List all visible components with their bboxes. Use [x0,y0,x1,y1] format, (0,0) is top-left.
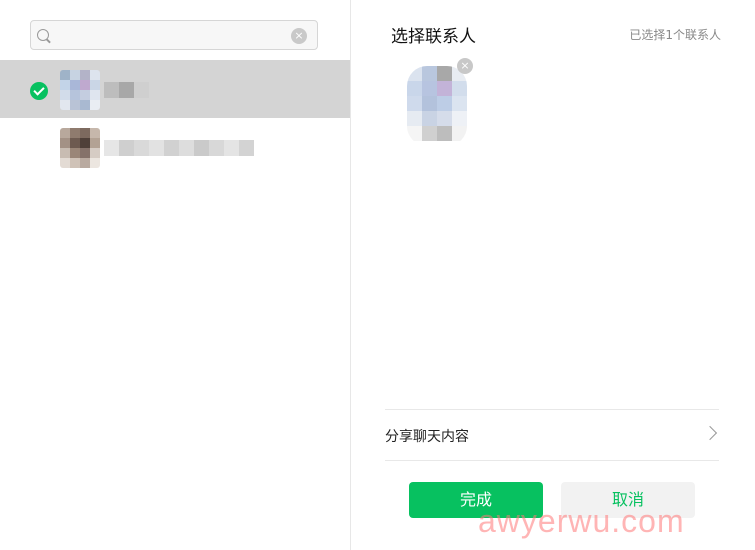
search-box[interactable]: × [30,20,318,50]
search-input[interactable] [57,26,291,46]
share-chat-row[interactable]: 分享聊天内容 [385,410,719,460]
contact-list-pane: × [0,0,351,550]
avatar [407,66,467,146]
divider-bottom [385,460,719,461]
contact-name-pixelated [104,140,254,156]
selection-pane: 选择联系人 已选择1个联系人 × 分享聊天内容 完成 取消 [351,0,755,550]
selected-contact: × [407,58,473,146]
contact-item[interactable] [0,118,350,176]
search-icon [37,29,49,41]
remove-icon[interactable]: × [457,58,473,74]
contact-name-pixelated [104,82,149,98]
chevron-right-icon [702,425,718,441]
selected-count: 已选择1个联系人 [629,28,721,42]
avatar [60,128,100,168]
contact-item-selected[interactable] [0,60,350,118]
share-chat-label: 分享聊天内容 [385,429,469,445]
panel-title: 选择联系人 [391,27,476,47]
avatar [60,70,100,110]
clear-icon[interactable]: × [291,28,307,44]
watermark: awyerwu.com [478,503,685,539]
check-icon [30,82,48,100]
